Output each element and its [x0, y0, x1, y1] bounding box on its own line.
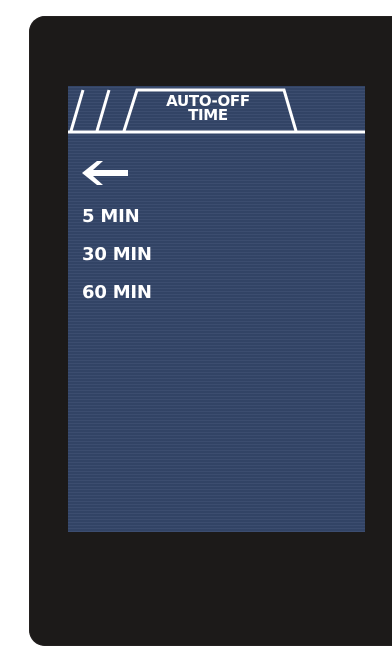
- auto-off-options: 5 MIN 30 MIN 60 MIN: [82, 204, 152, 318]
- header-slash-1: [69, 89, 85, 132]
- option-5-min[interactable]: 5 MIN: [82, 204, 152, 230]
- left-arrow-icon: [82, 161, 128, 185]
- option-30-min[interactable]: 30 MIN: [82, 242, 152, 268]
- back-button[interactable]: [80, 160, 132, 190]
- option-60-min[interactable]: 60 MIN: [82, 280, 152, 306]
- header-slash-2: [95, 89, 111, 132]
- display-screen: AUTO-OFF TIME 5 MIN 30 MIN 60 MIN: [68, 86, 365, 532]
- page-title: AUTO-OFF TIME: [160, 94, 256, 124]
- page-title-line2: TIME: [188, 106, 228, 124]
